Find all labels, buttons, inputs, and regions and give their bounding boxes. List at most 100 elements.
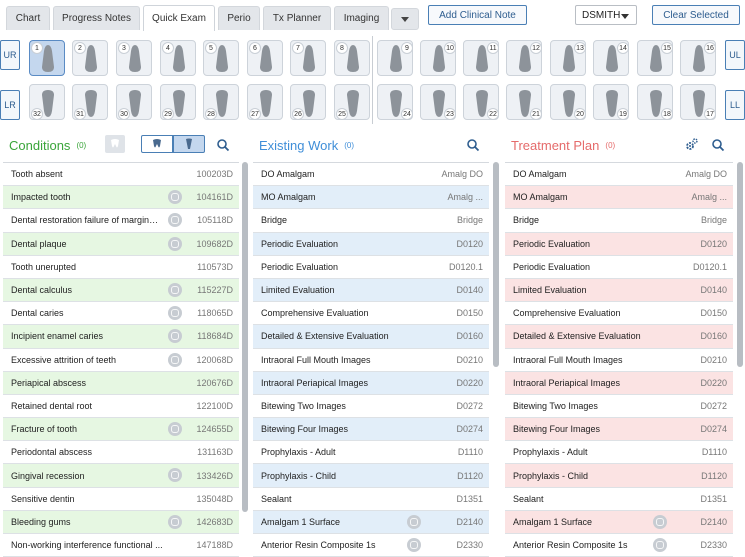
condition-row[interactable]: Gingival recession 133426D — [3, 464, 239, 488]
existing-work-row[interactable]: DO Amalgam Amalg DO — [253, 163, 489, 187]
existing-work-row[interactable]: Sealant D1351 — [253, 487, 489, 511]
tooth-26[interactable]: 26 — [290, 84, 326, 120]
jaw-button-lr[interactable]: LR — [0, 90, 20, 120]
add-clinical-note-button[interactable]: Add Clinical Note — [428, 5, 527, 25]
condition-row[interactable]: Dental caries 118065D — [3, 302, 239, 326]
search-icon[interactable] — [711, 138, 725, 152]
tooth-32[interactable]: 32 — [29, 84, 65, 120]
tooth-24[interactable]: 24 — [377, 84, 413, 120]
treatment-plan-row[interactable]: Intraoral Periapical Images D0220 — [505, 371, 733, 395]
tooth-5[interactable]: 5 — [203, 40, 239, 76]
tooth-30[interactable]: 30 — [116, 84, 152, 120]
condition-row[interactable]: Periodontal abscess 131163D — [3, 441, 239, 465]
treatment-plan-row[interactable]: Prophylaxis - Adult D1110 — [505, 441, 733, 465]
tooth-10[interactable]: 10 — [420, 40, 456, 76]
tab-perio[interactable]: Perio — [218, 6, 260, 30]
tooth-28[interactable]: 28 — [203, 84, 239, 120]
treatment-plan-row[interactable]: Comprehensive Evaluation D0150 — [505, 302, 733, 326]
condition-row[interactable]: Sensitive dentin 135048D — [3, 487, 239, 511]
tooth-20[interactable]: 20 — [550, 84, 586, 120]
tooth-14[interactable]: 14 — [593, 40, 629, 76]
tooth-3[interactable]: 3 — [116, 40, 152, 76]
root-view-button[interactable] — [173, 135, 205, 153]
treatment-plan-row[interactable]: Sealant D1351 — [505, 487, 733, 511]
treatment-plan-row[interactable]: Detailed & Extensive Evaluation D0160 — [505, 325, 733, 349]
treatment-plan-row[interactable]: Bitewing Four Images D0274 — [505, 418, 733, 442]
tooth-15[interactable]: 15 — [637, 40, 673, 76]
existing-work-row[interactable]: Anterior Resin Composite 1s D2330 — [253, 534, 489, 557]
crown-view-button[interactable] — [141, 135, 173, 153]
gear-icon[interactable] — [684, 138, 698, 152]
tooth-16[interactable]: 16 — [680, 40, 716, 76]
tooth-9[interactable]: 9 — [377, 40, 413, 76]
treatment-plan-row[interactable]: DO Amalgam Amalg DO — [505, 163, 733, 187]
treatment-plan-row[interactable]: MO Amalgam Amalg ... — [505, 186, 733, 210]
treatment-plan-row[interactable]: Bitewing Two Images D0272 — [505, 394, 733, 419]
tooth-31[interactable]: 31 — [72, 84, 108, 120]
existing-work-row[interactable]: Bitewing Four Images D0274 — [253, 418, 489, 442]
tab-imaging[interactable]: Imaging — [334, 6, 389, 30]
tooth-21[interactable]: 21 — [506, 84, 542, 120]
jaw-button-ur[interactable]: UR — [0, 40, 20, 70]
existing-work-row[interactable]: Limited Evaluation D0140 — [253, 278, 489, 303]
treatment-plan-row[interactable]: Anterior Resin Composite 1s D2330 — [505, 534, 733, 557]
tab-quick-exam[interactable]: Quick Exam — [143, 5, 215, 31]
treatment-plan-row[interactable]: Limited Evaluation D0140 — [505, 278, 733, 303]
condition-row[interactable]: Dental plaque 109682D — [3, 232, 239, 256]
existing-work-row[interactable]: Bridge Bridge — [253, 209, 489, 233]
existing-work-row[interactable]: Bitewing Two Images D0272 — [253, 394, 489, 419]
condition-row[interactable]: Impacted tooth 104161D — [3, 186, 239, 210]
existing-work-row[interactable]: Amalgam 1 Surface D2140 — [253, 510, 489, 534]
conditions-scrollbar[interactable] — [242, 162, 248, 512]
condition-row[interactable]: Excessive attrition of teeth 120068D — [3, 348, 239, 372]
treatment-plan-row[interactable]: Periodic Evaluation D0120 — [505, 232, 733, 256]
condition-row[interactable]: Bleeding gums 142683D — [3, 510, 239, 534]
tab-more-button[interactable] — [391, 8, 419, 30]
condition-row[interactable]: Retained dental root 122100D — [3, 394, 239, 419]
existing-work-row[interactable]: Intraoral Full Mouth Images D0210 — [253, 348, 489, 372]
tooth-17[interactable]: 17 — [680, 84, 716, 120]
condition-row[interactable]: Dental restoration failure of margina...… — [3, 209, 239, 233]
tooth-view-toggle[interactable] — [105, 135, 125, 153]
search-icon[interactable] — [466, 138, 480, 152]
treatment-plan-row[interactable]: Periodic Evaluation D0120.1 — [505, 255, 733, 279]
condition-row[interactable]: Fracture of tooth 124655D — [3, 418, 239, 442]
tooth-7[interactable]: 7 — [290, 40, 326, 76]
tooth-11[interactable]: 11 — [463, 40, 499, 76]
search-icon[interactable] — [216, 138, 230, 152]
tooth-29[interactable]: 29 — [160, 84, 196, 120]
clear-selected-button[interactable]: Clear Selected — [652, 5, 740, 25]
treatment-plan-row[interactable]: Intraoral Full Mouth Images D0210 — [505, 348, 733, 372]
existing-work-row[interactable]: Detailed & Extensive Evaluation D0160 — [253, 325, 489, 349]
existing-work-row[interactable]: Prophylaxis - Child D1120 — [253, 464, 489, 488]
tab-progress-notes[interactable]: Progress Notes — [53, 6, 140, 30]
existing-work-scrollbar[interactable] — [493, 162, 499, 367]
jaw-button-ul[interactable]: UL — [725, 40, 745, 70]
provider-select[interactable]: DSMITH — [575, 5, 637, 25]
tooth-18[interactable]: 18 — [637, 84, 673, 120]
tooth-22[interactable]: 22 — [463, 84, 499, 120]
condition-row[interactable]: Periapical abscess 120676D — [3, 371, 239, 395]
existing-work-row[interactable]: Intraoral Periapical Images D0220 — [253, 371, 489, 395]
condition-row[interactable]: Non-working interference functional ... 1… — [3, 534, 239, 557]
condition-row[interactable]: Tooth unerupted 110573D — [3, 255, 239, 279]
existing-work-row[interactable]: Prophylaxis - Adult D1110 — [253, 441, 489, 465]
treatment-plan-row[interactable]: Amalgam 1 Surface D2140 — [505, 510, 733, 534]
tooth-19[interactable]: 19 — [593, 84, 629, 120]
tooth-27[interactable]: 27 — [247, 84, 283, 120]
tooth-8[interactable]: 8 — [334, 40, 370, 76]
tooth-12[interactable]: 12 — [506, 40, 542, 76]
tooth-2[interactable]: 2 — [72, 40, 108, 76]
tooth-6[interactable]: 6 — [247, 40, 283, 76]
condition-row[interactable]: Tooth absent 100203D — [3, 163, 239, 187]
tooth-23[interactable]: 23 — [420, 84, 456, 120]
tooth-25[interactable]: 25 — [334, 84, 370, 120]
jaw-button-ll[interactable]: LL — [725, 90, 745, 120]
existing-work-row[interactable]: Periodic Evaluation D0120.1 — [253, 255, 489, 279]
tab-tx-planner[interactable]: Tx Planner — [263, 6, 331, 30]
existing-work-row[interactable]: MO Amalgam Amalg ... — [253, 186, 489, 210]
tooth-4[interactable]: 4 — [160, 40, 196, 76]
treatment-plan-scrollbar[interactable] — [737, 162, 743, 367]
treatment-plan-row[interactable]: Prophylaxis - Child D1120 — [505, 464, 733, 488]
treatment-plan-row[interactable]: Bridge Bridge — [505, 209, 733, 233]
